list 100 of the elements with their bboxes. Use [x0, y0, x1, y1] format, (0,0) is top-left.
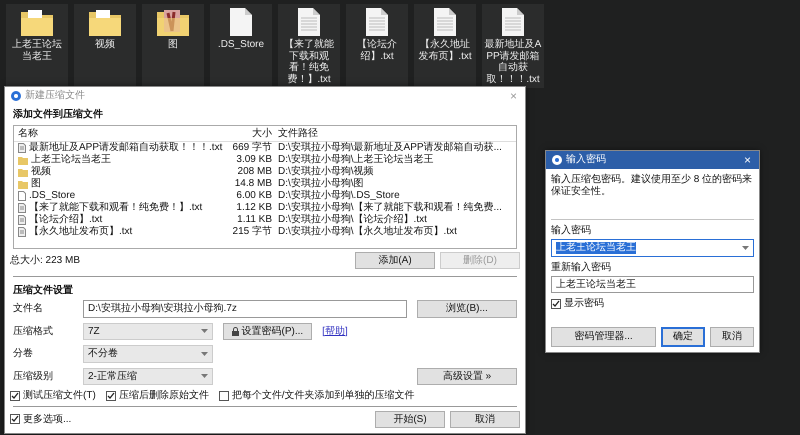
file-size: 3.09 KB	[235, 154, 272, 166]
file-row[interactable]: 【永久地址发布页】.txt 215 字节 D:\安琪拉小母狗\【永久地址发布页】.txt	[14, 226, 516, 238]
file-size: 14.8 MB	[234, 178, 272, 190]
desktop-icon[interactable]: .DS_Store	[210, 4, 272, 88]
folder-icon	[88, 7, 122, 37]
password-field[interactable]: 上老王论坛当老王	[551, 276, 754, 293]
total-size: 总大小: 223 MB	[10, 254, 82, 266]
file-path: D:\安琪拉小母狗\【论坛介绍】.txt	[278, 214, 428, 226]
cancel-button[interactable]: 取消	[710, 327, 754, 346]
text-file-icon	[18, 143, 26, 153]
field-label: 重新输入密码	[551, 262, 612, 273]
checkbox[interactable]	[106, 390, 116, 401]
ok-button[interactable]: 确定	[661, 327, 705, 346]
option-label: 把每个文件/文件夹添加到单独的压缩文件	[232, 390, 415, 402]
add-button[interactable]: 添加(A)	[355, 252, 435, 269]
file-size: 1.12 KB	[235, 202, 272, 214]
app-logo-icon	[552, 155, 562, 165]
file-row[interactable]: 视频 208 MB D:\安琪拉小母狗\视频	[14, 166, 516, 178]
text-file-icon	[296, 7, 322, 37]
checkbox[interactable]	[551, 298, 561, 309]
set-password-button[interactable]: 设置密码(P)...	[223, 322, 312, 340]
dropdown-caret-icon	[742, 246, 749, 250]
file-size: 208 MB	[236, 166, 272, 178]
folder-icon	[156, 7, 190, 37]
check-icon	[106, 392, 115, 400]
file-size: 215 字节	[232, 226, 272, 238]
file-path: D:\安琪拉小母狗\.DS_Store	[278, 190, 401, 202]
close-button[interactable]: ×	[742, 154, 753, 166]
file-path: D:\安琪拉小母狗\【永久地址发布页】.txt	[278, 226, 458, 238]
section-heading: 添加文件到压缩文件	[12, 108, 104, 122]
file-name: 【来了就能下载和观看！纯免费！】.txt	[29, 202, 202, 214]
desktop-icon[interactable]: 最新地址及APP请发邮箱自动获取！！！.txt	[482, 4, 544, 88]
file-row[interactable]: .DS_Store 6.00 KB D:\安琪拉小母狗\.DS_Store	[14, 190, 516, 202]
text-file-icon	[18, 227, 26, 237]
file-row[interactable]: 【来了就能下载和观看！纯免费！】.txt 1.12 KB D:\安琪拉小母狗\【来了就能下载和观看！纯免费...	[14, 202, 516, 214]
lock-icon	[232, 326, 239, 336]
file-size: 1.11 KB	[236, 214, 272, 226]
check-icon	[552, 300, 560, 308]
file-name: 【永久地址发布页】.txt	[29, 226, 132, 238]
desktop-icon[interactable]: 视频	[74, 4, 136, 88]
option-label: 测试压缩文件(T)	[23, 390, 96, 402]
text-file-icon	[18, 215, 26, 225]
field-label: 压缩级别	[13, 370, 54, 382]
file-size: 6.00 KB	[235, 190, 272, 202]
file-name: 最新地址及APP请发邮箱自动获取！！！.txt	[29, 142, 222, 154]
browse-button[interactable]: 浏览(B)...	[417, 300, 517, 318]
dropdown-caret-icon	[201, 329, 208, 334]
help-link[interactable]: [帮助]	[322, 326, 348, 337]
dropdown-caret-icon	[201, 352, 208, 356]
password-field[interactable]: 上老王论坛当老王	[551, 239, 754, 256]
start-button[interactable]: 开始(S)	[375, 410, 445, 428]
check-icon	[11, 415, 19, 424]
field-label: 文件名	[13, 303, 44, 314]
cancel-button[interactable]: 取消	[450, 410, 520, 428]
field-label: 压缩格式	[13, 326, 54, 337]
file-icon	[18, 191, 26, 201]
text-file-icon	[364, 7, 390, 37]
file-path: D:\安琪拉小母狗\图	[278, 178, 365, 190]
option-label: 显示密码	[564, 298, 604, 310]
file-name: 【论坛介绍】.txt	[29, 214, 102, 226]
file-icon	[228, 7, 254, 37]
file-path: D:\安琪拉小母狗\最新地址及APP请发邮箱自动获...	[278, 142, 503, 154]
text-file-icon	[432, 7, 458, 37]
option-label: 更多选项...	[23, 414, 72, 425]
file-row[interactable]: 【论坛介绍】.txt 1.11 KB D:\安琪拉小母狗\【论坛介绍】.txt	[14, 214, 516, 226]
filename-field[interactable]: D:\安琪拉小母狗\安琪拉小母狗.7z	[83, 300, 407, 318]
file-path: D:\安琪拉小母狗\【来了就能下载和观看！纯免费...	[278, 202, 503, 214]
checkbox[interactable]	[218, 390, 229, 401]
advanced-settings-button[interactable]: 高级设置 »	[417, 368, 517, 385]
folder-icon	[20, 7, 54, 37]
desktop-icon[interactable]: 【永久地址发布页】.txt	[414, 4, 476, 88]
file-path: D:\安琪拉小母狗\上老王论坛当老王	[278, 154, 435, 166]
column-header[interactable]: 名称	[18, 128, 216, 139]
window-title: 输入密码	[566, 154, 607, 166]
option-label: 压缩后删除原始文件	[118, 390, 209, 402]
file-size: 669 字节	[232, 142, 272, 154]
column-header[interactable]: 文件路径	[278, 128, 512, 139]
hint-text: 输入压缩包密码。建议使用至少 8 位的密码来保证安全性。	[551, 174, 754, 198]
checkbox[interactable]	[10, 390, 20, 401]
section-heading: 压缩文件设置	[12, 284, 74, 298]
file-name: 图	[31, 178, 41, 190]
desktop-icon[interactable]: 【论坛介绍】.txt	[346, 4, 408, 88]
password-manager-button[interactable]: 密码管理器...	[551, 327, 656, 346]
file-row[interactable]: 最新地址及APP请发邮箱自动获取！！！.txt 669 字节 D:\安琪拉小母狗\最新地址及APP请发邮箱自动获...	[14, 142, 516, 154]
desktop-icon[interactable]: 图	[142, 4, 204, 88]
file-name: 上老王论坛当老王	[31, 154, 111, 166]
compression-level-dropdown[interactable]: 2-正常压缩	[83, 368, 213, 385]
checkbox[interactable]	[10, 414, 20, 424]
column-header[interactable]: 大小	[222, 128, 272, 139]
file-row[interactable]: 上老王论坛当老王 3.09 KB D:\安琪拉小母狗\上老王论坛当老王	[14, 154, 516, 166]
split-dropdown[interactable]: 不分卷	[83, 345, 213, 362]
dropdown-caret-icon	[201, 374, 208, 378]
field-label: 分卷	[13, 348, 34, 360]
file-row[interactable]: 图 14.8 MB D:\安琪拉小母狗\图	[14, 178, 516, 190]
desktop-icon[interactable]: 【来了就能下载和观看！纯免费！】.txt	[278, 4, 340, 88]
desktop-icon[interactable]: 上老王论坛当老王	[6, 4, 68, 88]
file-path: D:\安琪拉小母狗\视频	[278, 166, 375, 178]
text-file-icon	[500, 7, 526, 37]
format-dropdown[interactable]: 7Z	[83, 322, 213, 340]
field-label: 输入密码	[551, 225, 592, 236]
